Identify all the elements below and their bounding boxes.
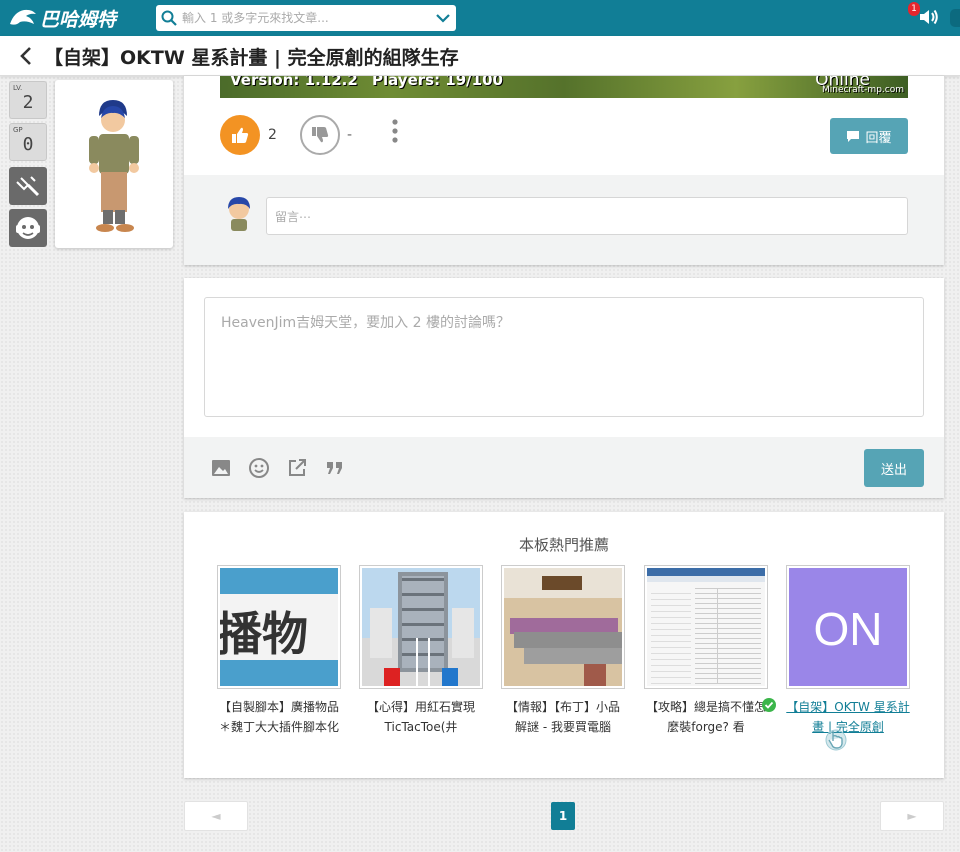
mascot-icon bbox=[16, 217, 40, 239]
menu-edge[interactable] bbox=[950, 9, 960, 27]
post-card: Version: 1.12.2 Players: 19/100 Online M… bbox=[184, 76, 944, 265]
recommendation-item[interactable]: 【攻略】總是搞不懂怎麼裝forge? 看 bbox=[644, 565, 768, 737]
page-title: 【自架】OKTW 星系計畫 | 完全原創的組隊生存 bbox=[44, 47, 459, 69]
recommendation-thumbnail[interactable] bbox=[644, 565, 768, 689]
dislike-count: - bbox=[347, 127, 353, 143]
next-page-button[interactable]: ► bbox=[880, 801, 944, 831]
search-icon[interactable] bbox=[156, 5, 182, 31]
gp-label: GP bbox=[13, 126, 23, 134]
thumbs-down-icon bbox=[312, 127, 329, 143]
comment-area: 留言⋯ bbox=[184, 175, 944, 265]
banner-version: Version: 1.12.2 bbox=[230, 76, 358, 89]
level-label: LV. bbox=[13, 84, 23, 92]
current-page-button[interactable]: 1 bbox=[551, 802, 575, 830]
send-button[interactable]: 送出 bbox=[864, 449, 924, 487]
mascot-button[interactable] bbox=[9, 209, 47, 247]
dislike-button[interactable] bbox=[300, 115, 340, 155]
recommendation-item[interactable]: 播物 【自製腳本】廣播物品＊魏丁大大插件腳本化 bbox=[217, 565, 341, 737]
recommendation-label[interactable]: 【自架】OKTW 星系計畫 | 完全原創 bbox=[786, 697, 910, 737]
comment-input[interactable]: 留言⋯ bbox=[266, 197, 908, 235]
commenter-avatar[interactable] bbox=[224, 195, 254, 233]
gp-badge: GP 0 bbox=[9, 123, 47, 161]
recommendation-thumbnail[interactable] bbox=[359, 565, 483, 689]
recommendation-item[interactable]: 【心得】用紅石實現TicTacToe(井 bbox=[359, 565, 483, 737]
thumbnail-text: 播物 bbox=[220, 607, 308, 661]
server-banner-image[interactable]: Version: 1.12.2 Players: 19/100 Online M… bbox=[220, 76, 908, 98]
comment-icon bbox=[847, 130, 860, 142]
reply-button[interactable]: 回覆 bbox=[830, 118, 908, 154]
check-circle-icon bbox=[762, 698, 776, 712]
more-vertical-icon bbox=[392, 119, 398, 143]
gp-value: 0 bbox=[22, 134, 34, 155]
thumbs-up-icon bbox=[232, 127, 249, 143]
user-avatar-card[interactable] bbox=[55, 80, 173, 248]
banner-players: Players: 19/100 bbox=[372, 76, 503, 89]
like-count: 2 bbox=[268, 127, 277, 143]
recommendations-title: 本板熱門推薦 bbox=[518, 536, 609, 554]
back-button[interactable] bbox=[14, 42, 38, 70]
thumbnail-text: ON bbox=[813, 603, 883, 655]
recommendations-card: 本板熱門推薦 播物 【自製腳本】廣播物品＊魏丁大大插件腳本化 【心得】用紅石實現… bbox=[184, 512, 944, 778]
recommendation-thumbnail[interactable]: 播物 bbox=[217, 565, 341, 689]
reply-editor-card: HeavenJim吉姆天堂，要加入 2 樓的討論嗎？ 送出 bbox=[184, 278, 944, 498]
reply-textarea[interactable]: HeavenJim吉姆天堂，要加入 2 樓的討論嗎？ bbox=[204, 297, 924, 417]
hand-cursor-icon bbox=[825, 729, 847, 751]
image-icon[interactable] bbox=[210, 457, 232, 479]
recommendation-item[interactable]: 【情報】【布丁】小品解謎 - 我要買電腦 bbox=[501, 565, 625, 737]
reply-toolbar: 送出 bbox=[184, 437, 944, 498]
like-button[interactable] bbox=[220, 115, 260, 155]
chevron-left-icon bbox=[20, 47, 31, 65]
recommendation-thumbnail[interactable]: ON bbox=[786, 565, 910, 689]
speaker-icon[interactable] bbox=[918, 7, 940, 27]
top-navbar: 巴哈姆特 1 bbox=[0, 0, 960, 36]
recommendation-item[interactable]: ON 【自架】OKTW 星系計畫 | 完全原創 bbox=[786, 565, 910, 737]
prev-page-button[interactable]: ◄ bbox=[184, 801, 248, 831]
reply-label: 回覆 bbox=[865, 130, 892, 146]
more-options-button[interactable] bbox=[388, 118, 402, 146]
recommendation-label[interactable]: 【自製腳本】廣播物品＊魏丁大大插件腳本化 bbox=[217, 697, 341, 737]
title-bar: 【自架】OKTW 星系計畫 | 完全原創的組隊生存 bbox=[0, 36, 960, 76]
level-value: 2 bbox=[22, 92, 34, 113]
wrench-button[interactable] bbox=[9, 167, 47, 205]
search-input[interactable] bbox=[182, 6, 430, 30]
wrench-icon bbox=[16, 176, 40, 197]
recommendation-label[interactable]: 【心得】用紅石實現TicTacToe(井 bbox=[359, 697, 483, 737]
external-link-icon[interactable] bbox=[286, 457, 308, 479]
dragon-icon bbox=[10, 9, 36, 25]
banner-site: Minecraft-mp.com bbox=[821, 85, 904, 95]
quote-icon[interactable] bbox=[324, 457, 346, 479]
search-box[interactable] bbox=[156, 5, 456, 31]
bahamut-logo[interactable]: 巴哈姆特 bbox=[8, 4, 138, 32]
emoji-icon[interactable] bbox=[248, 457, 270, 479]
logo-text: 巴哈姆特 bbox=[40, 8, 117, 31]
chevron-down-icon[interactable] bbox=[430, 5, 456, 31]
recommendation-label[interactable]: 【攻略】總是搞不懂怎麼裝forge? 看 bbox=[644, 697, 768, 737]
level-badge: LV. 2 bbox=[9, 81, 47, 119]
recommendation-label[interactable]: 【情報】【布丁】小品解謎 - 我要買電腦 bbox=[501, 697, 625, 737]
recommendation-thumbnail[interactable] bbox=[501, 565, 625, 689]
avatar bbox=[89, 100, 139, 232]
